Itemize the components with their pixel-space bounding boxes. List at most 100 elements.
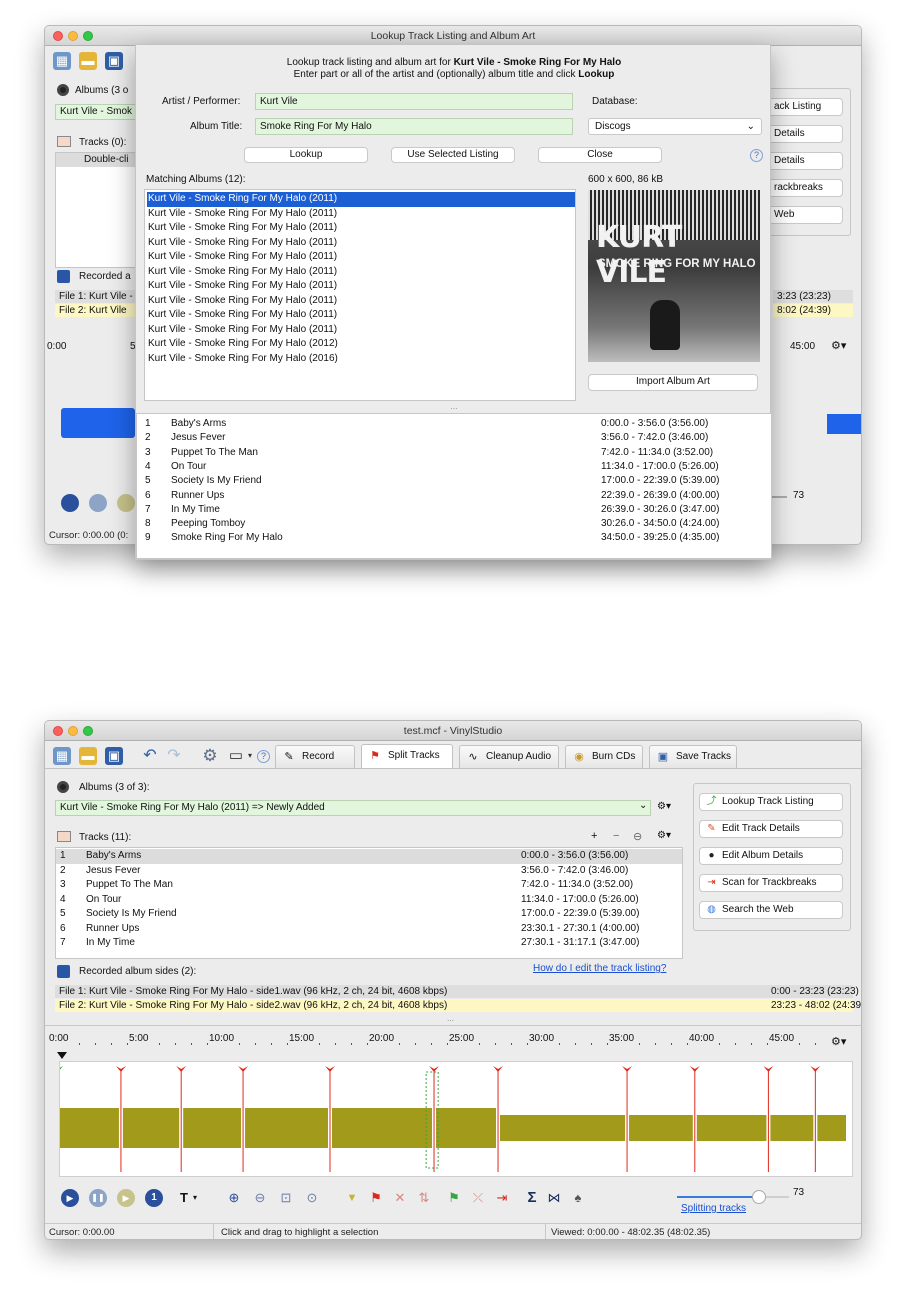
zoom-in-icon[interactable]: ⊕ (225, 1189, 243, 1207)
dialog-track-row[interactable]: 3 Puppet To The Man 7:42.0 - 11:34.0 (3:52… (137, 446, 771, 460)
tab-save-tracks[interactable]: ▣ Save Tracks (649, 745, 737, 769)
ruler-gear-icon[interactable]: ⚙▾ (831, 1035, 846, 1048)
zoom-window-button[interactable] (83, 726, 93, 736)
tab-record[interactable]: ✎ Record (275, 745, 355, 769)
dialog-track-row[interactable]: 8 Peeping Tomboy 30:26.0 - 34:50.0 (4:24.0… (137, 517, 771, 531)
album-result-item[interactable]: Kurt Vile - Smoke Ring For My Halo (2011… (147, 279, 575, 294)
use-selected-listing-button[interactable]: Use Selected Listing (391, 147, 515, 163)
matching-albums-list[interactable]: Kurt Vile - Smoke Ring For My Halo (2011… (144, 189, 576, 401)
track-list[interactable]: 1 Baby's Arms 0:00.0 - 3:56.0 (3:56.00) 2 Je… (55, 847, 683, 959)
scan-for-trackbreaks-button[interactable]: ⇥ Scan for Trackbreaks (699, 874, 843, 892)
bg-file-2[interactable]: File 2: Kurt Vile (55, 304, 139, 317)
track-break-flag[interactable] (176, 1066, 187, 1072)
table-row[interactable]: 3 Puppet To The Man 7:42.0 - 11:34.0 (3:52… (56, 878, 682, 893)
save-disk-icon[interactable]: ▣ (105, 747, 123, 765)
album-result-item[interactable]: Kurt Vile - Smoke Ring For My Halo (2011… (147, 294, 575, 309)
lookup-track-listing-button[interactable]: ⤴ Lookup Track Listing (699, 793, 843, 811)
waveform-area[interactable] (59, 1061, 853, 1177)
bg-search-web-button[interactable]: Web (767, 206, 843, 224)
tracks-gear-icon[interactable]: ⚙▾ (657, 830, 671, 841)
minimize-window-button[interactable] (68, 726, 78, 736)
album-result-item[interactable]: Kurt Vile - Smoke Ring For My Halo (2012… (147, 337, 575, 352)
album-result-item[interactable]: Kurt Vile - Smoke Ring For My Halo (2011… (147, 207, 575, 222)
dialog-track-row[interactable]: 7 In My Time 26:39.0 - 30:26.0 (3:47.00) (137, 503, 771, 517)
settings-gear-icon[interactable]: ⚙ (201, 747, 219, 765)
help-link-edit-listing[interactable]: How do I edit the track listing? (533, 963, 666, 974)
album-result-item[interactable]: Kurt Vile - Smoke Ring For My Halo (2011… (147, 192, 575, 207)
edit-album-details-button[interactable]: ● Edit Album Details (699, 847, 843, 865)
dialog-track-row[interactable]: 1 Baby's Arms 0:00.0 - 3:56.0 (3:56.00) (137, 417, 771, 431)
database-select[interactable]: Discogs ⌄ (588, 118, 762, 135)
play-icon[interactable]: ▶ (61, 1189, 79, 1207)
dialog-track-row[interactable]: 6 Runner Ups 22:39.0 - 26:39.0 (4:00.00) (137, 489, 771, 503)
undo-icon[interactable]: ↶ (141, 747, 159, 765)
track-break-flag[interactable] (115, 1066, 126, 1072)
help-icon[interactable]: ? (750, 149, 763, 162)
album-result-item[interactable]: Kurt Vile - Smoke Ring For My Halo (2011… (147, 250, 575, 265)
redo-icon[interactable]: ↷ (165, 747, 183, 765)
remove-track-icon[interactable]: − (613, 830, 619, 842)
zoom-selection-icon[interactable]: ⊙ (303, 1189, 321, 1207)
dialog-track-row[interactable]: 5 Society Is My Friend 17:00.0 - 22:39.0 (… (137, 474, 771, 488)
table-row[interactable]: 7 In My Time 27:30.1 - 31:17.1 (3:47.00) (56, 936, 682, 951)
track-break-flag[interactable] (60, 1066, 63, 1072)
split-start-icon[interactable]: ⚑ (445, 1189, 463, 1207)
dialog-track-row[interactable]: 2 Jesus Fever 3:56.0 - 7:42.0 (3:46.00) (137, 431, 771, 445)
waveform-svg[interactable] (60, 1062, 854, 1178)
minimize-window-button[interactable] (68, 31, 78, 41)
track-break-flag[interactable] (763, 1066, 774, 1072)
album-result-item[interactable]: Kurt Vile - Smoke Ring For My Halo (2011… (147, 323, 575, 338)
new-project-icon[interactable]: ▦ (53, 747, 71, 765)
bg-slider-track[interactable] (771, 496, 787, 498)
table-row[interactable]: 4 On Tour 11:34.0 - 17:00.0 (5:26.00) (56, 893, 682, 908)
edit-track-details-button[interactable]: ✎ Edit Track Details (699, 820, 843, 838)
track-break-flag[interactable] (493, 1066, 504, 1072)
close-window-button[interactable] (53, 726, 63, 736)
recorded-file-row[interactable]: File 1: Kurt Vile - Smoke Ring For My Ha… (55, 985, 767, 998)
recorded-file-row[interactable]: File 2: Kurt Vile - Smoke Ring For My Ha… (55, 999, 767, 1012)
close-button[interactable]: Close (538, 147, 662, 163)
bg-scan-button[interactable]: rackbreaks (767, 179, 843, 197)
bg-album-field[interactable]: Kurt Vile - Smok (55, 104, 139, 120)
track-break-flag[interactable] (325, 1066, 335, 1072)
tab-cleanup-audio[interactable]: ∿ Cleanup Audio (459, 745, 559, 769)
playhead-marker[interactable] (57, 1052, 67, 1059)
play-selection-icon[interactable]: ▶ (117, 1189, 135, 1207)
folder-outline-icon[interactable]: ▭ (227, 747, 245, 765)
table-row[interactable]: 2 Jesus Fever 3:56.0 - 7:42.0 (3:46.00) (56, 864, 682, 879)
sigma-sum-icon[interactable]: Σ (523, 1189, 541, 1207)
album-result-item[interactable]: Kurt Vile - Smoke Ring For My Halo (2011… (147, 265, 575, 280)
move-break-icon[interactable]: ⇅ (415, 1189, 433, 1207)
table-row[interactable]: 5 Society Is My Friend 17:00.0 - 22:39.0 (… (56, 907, 682, 922)
bg-edit-album-button[interactable]: Details (767, 152, 843, 170)
album-result-item[interactable]: Kurt Vile - Smoke Ring For My Halo (2011… (147, 221, 575, 236)
new-project-icon[interactable]: ▦ (53, 52, 71, 70)
splitter-handle[interactable]: ⋯ (448, 405, 460, 413)
zoom-out-icon[interactable]: ⊖ (251, 1189, 269, 1207)
open-folder-icon[interactable]: ▬ (79, 52, 97, 70)
help-icon[interactable]: ? (257, 750, 270, 763)
slider-knob[interactable] (751, 1190, 766, 1204)
table-row[interactable]: 6 Runner Ups 23:30.1 - 27:30.1 (4:00.00) (56, 922, 682, 937)
pause-icon[interactable]: ❚❚ (89, 1189, 107, 1207)
play-one-icon[interactable]: 1 (145, 1189, 163, 1207)
link-track-icon[interactable]: ⊖ (633, 830, 642, 843)
lookup-button[interactable]: Lookup (244, 147, 368, 163)
panel-splitter[interactable]: ⋯ (447, 1017, 454, 1025)
bg-pause-icon[interactable] (89, 494, 107, 512)
album-title-input[interactable]: Smoke Ring For My Halo (255, 118, 573, 135)
bowtie-icon[interactable]: ⋈ (545, 1189, 563, 1207)
splitting-tracks-link[interactable]: Splitting tracks (681, 1203, 746, 1214)
join-tracks-icon[interactable]: ⤫ (469, 1189, 487, 1207)
tab-split-tracks[interactable]: ⚑ Split Tracks (361, 744, 453, 769)
track-break-flag[interactable] (810, 1066, 821, 1072)
bg-play-selection-icon[interactable] (117, 494, 135, 512)
album-result-item[interactable]: Kurt Vile - Smoke Ring For My Halo (2016… (147, 352, 575, 367)
search-the-web-button[interactable]: ◍ Search the Web (699, 901, 843, 919)
close-window-button[interactable] (53, 31, 63, 41)
album-result-item[interactable]: Kurt Vile - Smoke Ring For My Halo (2011… (147, 308, 575, 323)
bg-lookup-button[interactable]: ack Listing (767, 98, 843, 116)
add-track-icon[interactable]: + (591, 830, 597, 842)
album-select[interactable]: Kurt Vile - Smoke Ring For My Halo (2011… (55, 800, 651, 816)
track-break-flag[interactable] (622, 1066, 633, 1072)
